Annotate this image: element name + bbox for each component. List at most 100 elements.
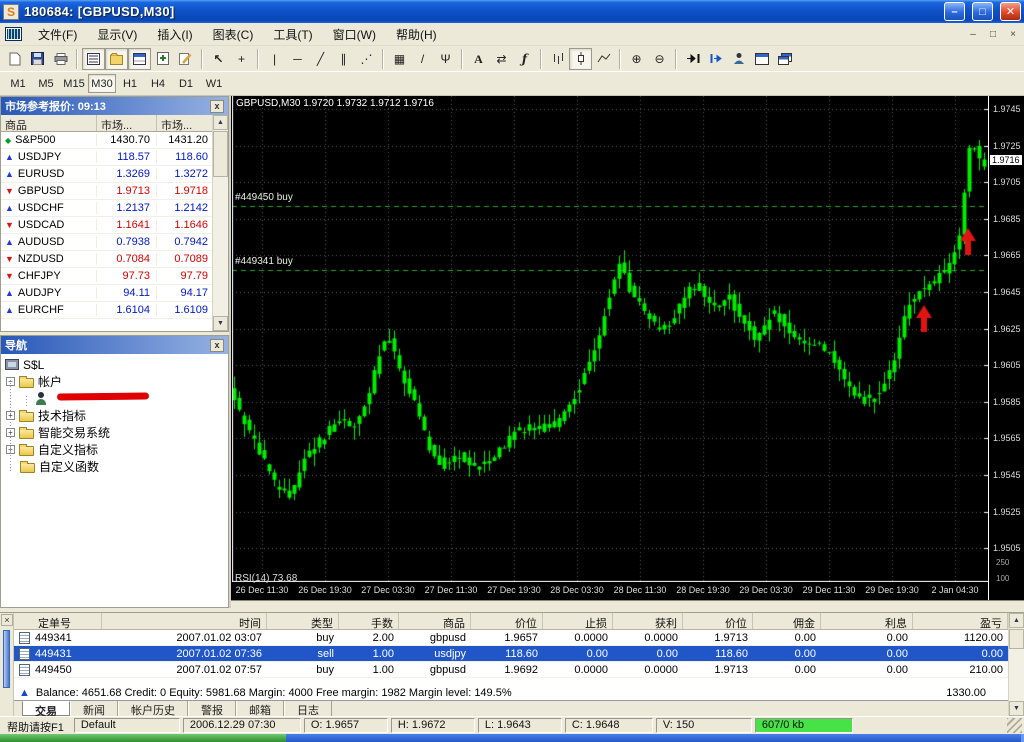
- order-row-449341[interactable]: 4493412007.01.02 03:07buy2.00gbpusd1.965…: [14, 630, 1008, 646]
- scroll-thumb[interactable]: [1009, 629, 1024, 649]
- new-order-button[interactable]: [151, 48, 174, 70]
- navigator-titlebar[interactable]: 导航 x: [1, 336, 228, 354]
- fibonacci-button[interactable]: ⋰: [355, 48, 378, 70]
- orders-column-header[interactable]: 商品: [399, 613, 471, 629]
- crosshair-button[interactable]: +: [230, 48, 253, 70]
- market-watch-row-eurchf[interactable]: ▲EURCHF1.61041.6109: [1, 302, 228, 319]
- minimize-button[interactable]: –: [944, 2, 965, 21]
- close-button[interactable]: ✕: [1000, 2, 1021, 21]
- arrow-style-button[interactable]: ⇄: [490, 48, 513, 70]
- indicator-list-button[interactable]: ƒ: [513, 48, 536, 70]
- nav-item-folder-1[interactable]: +自定义指标: [1, 441, 228, 458]
- zoom-out-button[interactable]: ⊖: [648, 48, 671, 70]
- print-button[interactable]: [49, 48, 72, 70]
- mdi-restore-icon[interactable]: □: [984, 27, 1002, 42]
- menu-item-tools[interactable]: 工具(T): [263, 23, 322, 46]
- market-watch-row-usdjpy[interactable]: ▲USDJPY118.57118.60: [1, 149, 228, 166]
- cursor-button[interactable]: ↖: [207, 48, 230, 70]
- meta-editor-button[interactable]: [174, 48, 197, 70]
- indicator-wizard-button[interactable]: [727, 48, 750, 70]
- timeframe-m30-button[interactable]: M30: [88, 74, 116, 93]
- market-watch-row-sp500[interactable]: ◆S&P5001430.701431.20: [1, 132, 228, 149]
- drawing-grid-button[interactable]: ▦: [388, 48, 411, 70]
- menu-item-view[interactable]: 显示(V): [87, 23, 147, 46]
- navigator-close-icon[interactable]: x: [210, 339, 224, 352]
- nav-item-folder-1[interactable]: 自定义函数: [1, 458, 228, 475]
- tab-account-history[interactable]: 帐户历史: [118, 701, 188, 716]
- menu-item-charts[interactable]: 图表(C): [203, 23, 264, 46]
- orders-column-header[interactable]: 定单号: [14, 613, 102, 629]
- scroll-thumb[interactable]: [213, 131, 228, 177]
- nav-item-folder-1[interactable]: −帐户: [1, 373, 228, 390]
- tab-journal[interactable]: 日志: [284, 701, 332, 716]
- timeframe-w1-button[interactable]: W1: [200, 74, 228, 93]
- title-bar[interactable]: S 180684: [GBPUSD,M30] – □ ✕: [0, 0, 1024, 23]
- chart-canvas[interactable]: [232, 96, 988, 582]
- market-watch-scrollbar[interactable]: ▲ ▼: [212, 115, 228, 331]
- scroll-down-icon[interactable]: ▼: [1009, 701, 1024, 716]
- market-watch-row-eurusd[interactable]: ▲EURUSD1.32691.3272: [1, 166, 228, 183]
- maximize-button[interactable]: □: [972, 2, 993, 21]
- orders-column-header[interactable]: 类型: [267, 613, 339, 629]
- menu-item-help[interactable]: 帮助(H): [386, 23, 447, 46]
- navigator-button[interactable]: [105, 48, 128, 70]
- terminal-grip[interactable]: [3, 630, 10, 688]
- market-watch-button[interactable]: [82, 48, 105, 70]
- tab-news[interactable]: 新闻: [70, 701, 118, 716]
- scroll-up-icon[interactable]: ▲: [213, 115, 228, 130]
- market-watch-row-gbpusd[interactable]: ▼GBPUSD1.97131.9718: [1, 183, 228, 200]
- market-watch-column-header[interactable]: 市场...: [157, 115, 214, 131]
- mdi-close-icon[interactable]: ×: [1004, 27, 1022, 42]
- scroll-down-icon[interactable]: ▼: [213, 316, 228, 331]
- market-watch-close-icon[interactable]: x: [210, 100, 224, 113]
- orders-column-header[interactable]: 手数: [339, 613, 399, 629]
- scroll-up-icon[interactable]: ▲: [1009, 613, 1024, 628]
- candle-type-button[interactable]: [569, 48, 592, 70]
- pitchfork-button[interactable]: Ψ: [434, 48, 457, 70]
- timeframe-m1-button[interactable]: M1: [4, 74, 32, 93]
- terminal-button[interactable]: [128, 48, 151, 70]
- market-watch-row-chfjpy[interactable]: ▼CHFJPY97.7397.79: [1, 268, 228, 285]
- orders-column-header[interactable]: 利息: [821, 613, 913, 629]
- terminal-close-icon[interactable]: ×: [1, 614, 13, 626]
- timeframe-h4-button[interactable]: H4: [144, 74, 172, 93]
- bar-type-button[interactable]: [546, 48, 569, 70]
- nav-item-folder-1[interactable]: +智能交易系统: [1, 424, 228, 441]
- time-axis[interactable]: 26 Dec 11:3026 Dec 19:3027 Dec 03:3027 D…: [232, 582, 988, 600]
- terminal-scrollbar[interactable]: ▲ ▼: [1008, 613, 1024, 716]
- market-watch-row-usdcad[interactable]: ▼USDCAD1.16411.1646: [1, 217, 228, 234]
- nav-item-folder-1[interactable]: +技术指标: [1, 407, 228, 424]
- window-list-button[interactable]: [773, 48, 796, 70]
- order-row-449431[interactable]: 4494312007.01.02 07:36sell1.00usdjpy118.…: [14, 646, 1008, 662]
- trendline-button[interactable]: ╱: [309, 48, 332, 70]
- orders-column-header[interactable]: 时间: [102, 613, 267, 629]
- market-watch-row-nzdusd[interactable]: ▼NZDUSD0.70840.7089: [1, 251, 228, 268]
- zoom-in-button[interactable]: ⊕: [625, 48, 648, 70]
- orders-column-header[interactable]: 佣金: [753, 613, 821, 629]
- market-watch-column-header[interactable]: 市场...: [97, 115, 157, 131]
- orders-column-header[interactable]: 获利: [613, 613, 683, 629]
- market-watch-row-usdchf[interactable]: ▲USDCHF1.21371.2142: [1, 200, 228, 217]
- market-watch-titlebar[interactable]: 市场参考报价: 09:13 x: [1, 97, 228, 115]
- resize-grip[interactable]: [1007, 718, 1022, 733]
- new-chart-button[interactable]: [3, 48, 26, 70]
- timeframe-h1-button[interactable]: H1: [116, 74, 144, 93]
- auto-scroll-button[interactable]: [681, 48, 704, 70]
- chart-shift-button[interactable]: [704, 48, 727, 70]
- market-watch-column-header[interactable]: 商品: [1, 115, 97, 131]
- nav-item-root-0[interactable]: S$L: [1, 356, 228, 373]
- menu-item-window[interactable]: 窗口(W): [323, 23, 386, 46]
- market-watch-row-audjpy[interactable]: ▲AUDJPY94.1194.17: [1, 285, 228, 302]
- timeframe-d1-button[interactable]: D1: [172, 74, 200, 93]
- save-chart-button[interactable]: [26, 48, 49, 70]
- orders-column-header[interactable]: 止损: [543, 613, 613, 629]
- status-profile[interactable]: Default: [74, 718, 180, 733]
- orders-column-header[interactable]: 价位: [683, 613, 753, 629]
- tab-mailbox[interactable]: 邮箱: [236, 701, 284, 716]
- orders-column-header[interactable]: 价位: [471, 613, 543, 629]
- timeframe-m5-button[interactable]: M5: [32, 74, 60, 93]
- menu-item-file[interactable]: 文件(F): [28, 23, 87, 46]
- line-type-button[interactable]: [592, 48, 615, 70]
- balance-row[interactable]: ▲ Balance: 4651.68 Credit: 0 Equity: 598…: [14, 685, 1008, 701]
- tab-trade[interactable]: 交易: [22, 701, 70, 716]
